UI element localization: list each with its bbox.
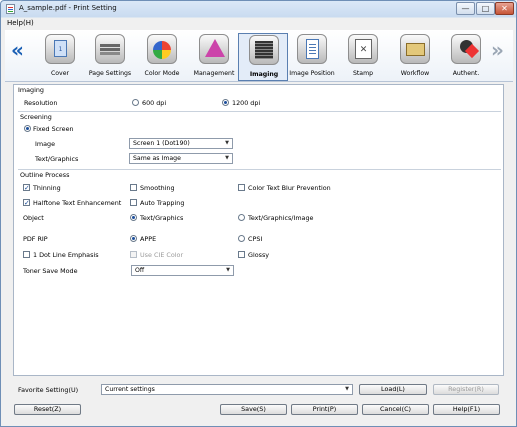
halftone-text-checkbox[interactable]: ✓ (23, 199, 30, 207)
menu-help[interactable]: Help(H) (7, 19, 34, 27)
image-screen-value: Screen 1 (Dot190) (133, 140, 190, 147)
favorite-setting-select[interactable]: Current settings ▼ (101, 384, 353, 395)
image-screen-select[interactable]: Screen 1 (Dot190) ▼ (129, 138, 233, 149)
load-button[interactable]: Load(L) (359, 384, 427, 395)
tab-label: Authent. (452, 70, 480, 77)
chevron-down-icon: ▼ (225, 155, 229, 161)
auto-trapping-label: Auto Trapping (140, 199, 185, 207)
use-cie-color-checkbox[interactable] (130, 251, 137, 258)
print-button[interactable]: Print(P) (291, 404, 358, 415)
resolution-1200-radio[interactable] (222, 99, 229, 106)
color-text-blur-checkbox[interactable] (238, 184, 245, 191)
chevron-down-icon: ▼ (345, 386, 349, 392)
dot-line-emphasis-checkbox[interactable] (23, 251, 30, 258)
toner-save-label: Toner Save Mode (23, 267, 78, 275)
pdf-rip-cpsi-radio[interactable] (238, 235, 245, 242)
scroll-right-arrow-icon[interactable]: » (491, 40, 504, 60)
tab-color-mode[interactable]: Color Mode (137, 33, 187, 81)
imaging-settings-panel: Imaging Resolution 600 dpi 1200 dpi Scre… (13, 84, 504, 376)
image-screen-label: Image (35, 140, 56, 148)
save-button[interactable]: Save(S) (220, 404, 287, 415)
halftone-text-label: Halftone Text Enhancement (33, 199, 122, 207)
stamp-glyph: ✕ (355, 39, 372, 59)
management-icon (199, 34, 229, 64)
thinning-checkbox[interactable]: ✓ (23, 184, 30, 192)
toner-save-value: Off (135, 267, 145, 274)
glossy-checkbox[interactable] (238, 251, 245, 258)
resolution-label: Resolution (24, 99, 58, 107)
pdf-rip-appe-label: APPE (140, 235, 157, 243)
minimize-button[interactable]: — (456, 2, 475, 15)
text-graphics-screen-value: Same as Image (133, 155, 181, 162)
favorite-setting-value: Current settings (105, 386, 155, 393)
color-mode-icon (147, 34, 177, 64)
tab-page-settings[interactable]: Page Settings (85, 33, 135, 81)
chevron-down-icon: ▼ (225, 140, 229, 146)
dot-line-emphasis-label: 1 Dot Line Emphasis (33, 251, 99, 259)
tab-stamp[interactable]: ✕ Stamp (338, 33, 388, 81)
pdf-rip-appe-radio[interactable] (130, 235, 137, 242)
authentication-icon (451, 34, 481, 64)
print-setting-window: A_sample.pdf - Print Setting — □ ✕ Help(… (0, 0, 517, 427)
scroll-left-arrow-icon[interactable]: « (11, 40, 24, 60)
workflow-icon (400, 34, 430, 64)
toner-save-select[interactable]: Off ▼ (131, 265, 234, 276)
tab-authentication[interactable]: Authent. (441, 33, 491, 81)
smoothing-label: Smoothing (140, 184, 175, 192)
imaging-icon (249, 35, 279, 65)
object-all-radio[interactable] (238, 214, 245, 221)
reset-button[interactable]: Reset(Z) (14, 404, 81, 415)
glossy-label: Glossy (248, 251, 270, 259)
divider (18, 169, 501, 170)
tab-management[interactable]: Management (189, 33, 239, 81)
pdf-rip-label: PDF RIP (23, 235, 48, 243)
resolution-600-label: 600 dpi (142, 99, 167, 107)
object-label: Object (23, 214, 44, 222)
auto-trapping-checkbox[interactable] (130, 199, 137, 206)
cover-page-glyph: 1 (54, 40, 67, 57)
tab-cover[interactable]: 1 Cover (35, 33, 85, 81)
cancel-button[interactable]: Cancel(C) (362, 404, 429, 415)
function-tab-strip: « 1 Cover Page Settings Color Mode Manag… (5, 30, 513, 82)
object-all-label: Text/Graphics/Image (248, 214, 314, 222)
screening-section-title: Screening (20, 113, 52, 121)
thinning-label: Thinning (33, 184, 61, 192)
title-bar: A_sample.pdf - Print Setting — □ ✕ (1, 1, 516, 17)
chevron-down-icon: ▼ (226, 267, 230, 273)
register-button[interactable]: Register(R) (433, 384, 499, 395)
maximize-button[interactable]: □ (476, 2, 495, 15)
image-position-icon (297, 34, 327, 64)
stamp-icon: ✕ (348, 34, 378, 64)
smoothing-checkbox[interactable] (130, 184, 137, 191)
fixed-screen-label: Fixed Screen (33, 125, 74, 133)
favorite-setting-label: Favorite Setting(U) (18, 386, 79, 394)
imaging-section-title: Imaging (18, 86, 44, 94)
tab-workflow[interactable]: Workflow (390, 33, 440, 81)
document-icon (6, 4, 15, 14)
fixed-screen-radio[interactable] (24, 125, 31, 132)
color-text-blur-label: Color Text Blur Prevention (248, 184, 331, 192)
use-cie-color-label: Use CIE Color (140, 251, 184, 259)
menu-bar: Help(H) (2, 18, 516, 29)
close-button[interactable]: ✕ (495, 2, 514, 15)
help-button[interactable]: Help(F1) (433, 404, 500, 415)
page-settings-icon (95, 34, 125, 64)
window-title: A_sample.pdf - Print Setting (19, 4, 117, 12)
object-text-graphics-label: Text/Graphics (140, 214, 184, 222)
resolution-600-radio[interactable] (132, 99, 139, 106)
divider (18, 111, 501, 112)
object-text-graphics-radio[interactable] (130, 214, 137, 221)
cover-icon: 1 (45, 34, 75, 64)
text-graphics-screen-select[interactable]: Same as Image ▼ (129, 153, 233, 164)
text-graphics-screen-label: Text/Graphics (35, 155, 79, 163)
pdf-rip-cpsi-label: CPSI (248, 235, 263, 243)
outline-section-title: Outline Process (20, 171, 70, 179)
resolution-1200-label: 1200 dpi (232, 99, 261, 107)
tab-image-position[interactable]: Image Position (287, 33, 337, 81)
